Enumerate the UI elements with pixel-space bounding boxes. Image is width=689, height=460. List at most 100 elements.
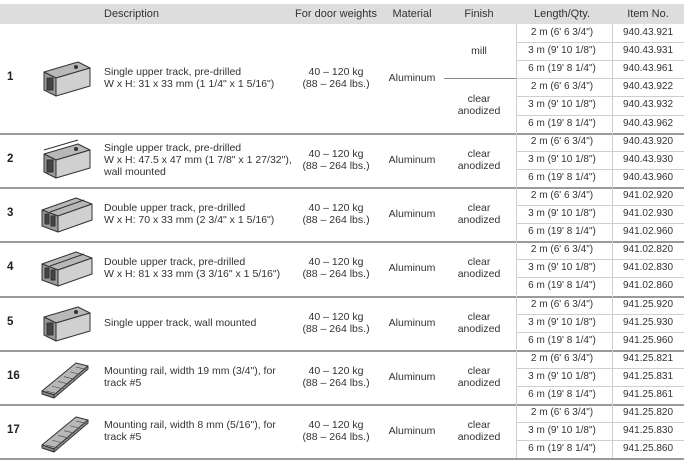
weight-line: (88 – 264 lbs.) bbox=[302, 431, 370, 444]
item-number: 941.25.830 bbox=[622, 425, 674, 437]
finish: clear anodized bbox=[444, 93, 514, 117]
mounting-rail-icon bbox=[41, 416, 89, 453]
finish: clear anodized bbox=[444, 311, 514, 335]
length-qty: 2 m (6' 6 3/4") bbox=[530, 189, 594, 201]
length-qty: 3 m (9' 10 1/8") bbox=[528, 425, 596, 437]
weight-line: 40 – 120 kg bbox=[308, 364, 364, 377]
description-line: Double upper track, pre-drilled bbox=[104, 256, 246, 269]
length-qty: 6 m (19' 8 1/4") bbox=[528, 443, 596, 455]
cell-divider bbox=[516, 440, 684, 442]
length-qty: 6 m (19' 8 1/4") bbox=[528, 117, 596, 129]
item-number: 941.02.930 bbox=[622, 207, 674, 219]
item-number: 941.25.930 bbox=[622, 316, 674, 328]
door-weight: 40 – 120 kg (88 – 264 lbs.) bbox=[296, 419, 376, 443]
item-number: 940.43.930 bbox=[622, 153, 674, 165]
material: Aluminum bbox=[388, 72, 436, 85]
length-qty: 2 m (6' 6 3/4") bbox=[530, 27, 594, 38]
description-line: W x H: 31 x 33 mm (1 1/4" x 1 5/16") bbox=[104, 78, 275, 91]
door-weight: 40 – 120 kg (88 – 264 lbs.) bbox=[296, 66, 376, 90]
product-description: Single upper track, wall mounted bbox=[104, 317, 296, 329]
finish-line: anodized bbox=[457, 268, 501, 281]
header-finish: Finish bbox=[464, 8, 494, 20]
cell-divider bbox=[516, 331, 684, 333]
product-description: Mounting rail, width 8 mm (5/16"), for tr… bbox=[104, 419, 296, 443]
finish-line: clear bbox=[467, 147, 491, 160]
column-divider bbox=[516, 349, 517, 405]
finish: clear anodized bbox=[444, 365, 514, 389]
finish-divider bbox=[444, 78, 516, 80]
description-line: Single upper track, pre-drilled bbox=[104, 141, 242, 154]
length-qty: 3 m (9' 10 1/8") bbox=[528, 45, 596, 57]
finish: clear anodized bbox=[444, 148, 514, 172]
cell-divider bbox=[516, 422, 684, 424]
length-qty: 6 m (19' 8 1/4") bbox=[528, 63, 596, 75]
finish-line: clear bbox=[467, 93, 491, 106]
header-length: Length/Qty. bbox=[533, 8, 591, 20]
door-weight: 40 – 120 kg (88 – 264 lbs.) bbox=[296, 202, 376, 226]
item-number: 940.43.920 bbox=[622, 135, 674, 147]
item-number: 941.02.820 bbox=[622, 244, 674, 256]
material: Aluminum bbox=[388, 208, 436, 221]
finish-line: anodized bbox=[457, 105, 501, 118]
column-divider bbox=[516, 186, 517, 242]
item-number: 940.43.932 bbox=[622, 99, 674, 111]
row-number: 2 bbox=[7, 152, 14, 165]
length-qty: 6 m (19' 8 1/4") bbox=[528, 226, 596, 238]
product-description: Double upper track, pre-drilled W x H: 81… bbox=[104, 256, 296, 280]
finish: clear anodized bbox=[444, 256, 514, 280]
column-divider bbox=[516, 241, 517, 296]
header-material: Material bbox=[392, 8, 432, 20]
weight-line: (88 – 264 lbs.) bbox=[302, 159, 370, 172]
description-line: Single upper track, pre-drilled bbox=[104, 66, 242, 79]
description-line: Mounting rail, width 19 mm (3/4"), for bbox=[104, 364, 276, 377]
cell-divider bbox=[516, 96, 684, 98]
cell-divider bbox=[516, 150, 684, 152]
column-divider bbox=[516, 24, 517, 133]
item-number: 940.43.961 bbox=[622, 63, 674, 75]
column-divider bbox=[612, 241, 613, 296]
wall-mounted-track-icon bbox=[43, 139, 91, 179]
finish: clear anodized bbox=[444, 202, 514, 226]
description-line: track #5 bbox=[104, 376, 142, 389]
cell-divider bbox=[516, 313, 684, 315]
item-number: 941.25.821 bbox=[622, 352, 674, 364]
product-table: Description For door weights Material Fi… bbox=[0, 0, 689, 460]
product-description: Single upper track, pre-drilled W x H: 31… bbox=[104, 66, 296, 90]
table-row: 2 Single upper track, pre-drilled W x H: 4… bbox=[0, 132, 684, 187]
item-number: 941.25.831 bbox=[622, 370, 674, 382]
description-line: Single upper track, wall mounted bbox=[104, 316, 257, 329]
material: Aluminum bbox=[388, 153, 436, 166]
description-line: Double upper track, pre-drilled bbox=[104, 202, 246, 215]
length-qty: 6 m (19' 8 1/4") bbox=[528, 280, 596, 292]
product-description: Single upper track, pre-drilled W x H: 47… bbox=[104, 142, 296, 178]
cell-divider bbox=[516, 259, 684, 261]
item-number: 941.02.920 bbox=[622, 189, 674, 201]
table-row: 1 Single upper track, pre-drilled W x H: 3… bbox=[0, 24, 684, 133]
cell-divider bbox=[516, 223, 684, 225]
finish-line: clear bbox=[467, 202, 491, 215]
column-divider bbox=[612, 24, 613, 133]
length-qty: 2 m (6' 6 3/4") bbox=[530, 407, 594, 419]
table-row: 3 Double upper track, pre-drilled W x H: 7… bbox=[0, 186, 684, 242]
door-weight: 40 – 120 kg (88 – 264 lbs.) bbox=[296, 365, 376, 389]
cell-divider bbox=[516, 385, 684, 387]
length-qty: 2 m (6' 6 3/4") bbox=[530, 135, 594, 147]
item-number: 940.43.931 bbox=[622, 45, 674, 57]
material: Aluminum bbox=[388, 316, 436, 329]
row-number: 17 bbox=[7, 424, 20, 437]
column-divider bbox=[516, 404, 517, 459]
weight-line: (88 – 264 lbs.) bbox=[302, 214, 370, 227]
weight-line: 40 – 120 kg bbox=[308, 256, 364, 269]
column-divider bbox=[612, 404, 613, 459]
row-number: 4 bbox=[7, 261, 14, 274]
finish-line: anodized bbox=[457, 431, 501, 444]
cell-divider bbox=[516, 168, 684, 170]
description-line: wall mounted bbox=[104, 165, 166, 178]
item-number: 940.43.962 bbox=[622, 117, 674, 129]
table-row: 5 Single upper track, wall mounted 40 – 12… bbox=[0, 295, 684, 350]
header-item: Item No. bbox=[627, 8, 669, 20]
description-line: track #5 bbox=[104, 431, 142, 444]
double-track-icon bbox=[41, 197, 93, 233]
material: Aluminum bbox=[388, 425, 436, 438]
finish: mill bbox=[444, 45, 514, 57]
